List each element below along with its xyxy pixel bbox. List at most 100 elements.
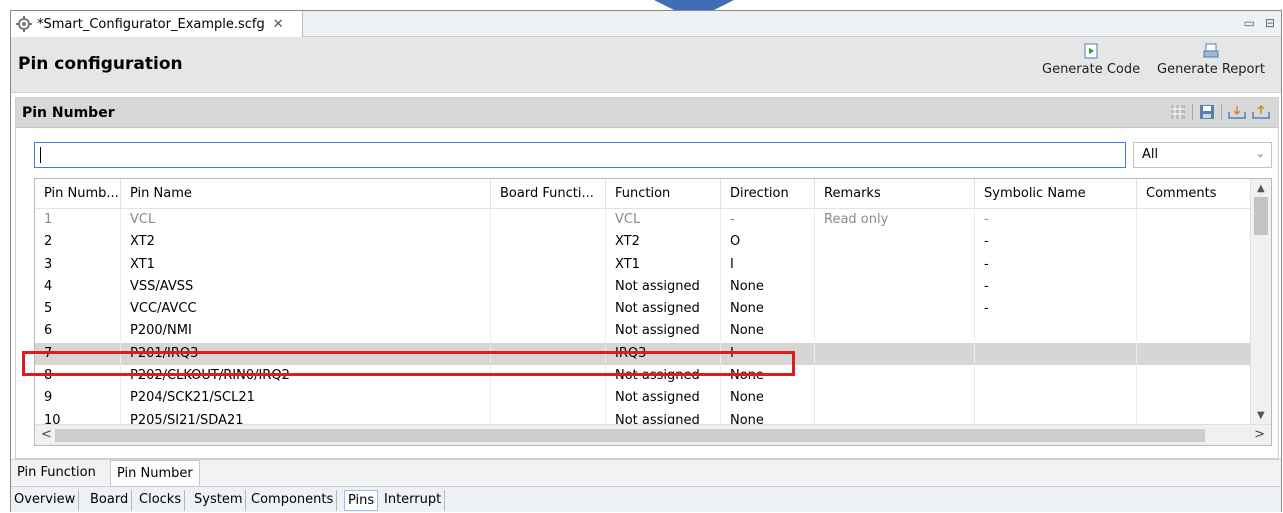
cell-direction[interactable]: None [721, 298, 815, 321]
tab-clocks[interactable]: Clocks [136, 490, 186, 511]
table-row[interactable]: 7 P201/IRQ3 IRQ3 I [35, 342, 1251, 366]
cell-function[interactable]: Not assigned [606, 298, 721, 321]
cell-symbolic-name[interactable] [975, 342, 1137, 366]
col-function-header[interactable]: Function [606, 179, 721, 209]
col-comments-header[interactable]: Comments [1137, 179, 1251, 209]
cell-remarks[interactable] [815, 365, 975, 388]
cell-function[interactable]: Not assigned [606, 320, 721, 343]
cell-comments[interactable] [1137, 275, 1251, 299]
cell-pin-number[interactable]: 5 [35, 298, 121, 321]
cell-comments[interactable] [1137, 342, 1251, 366]
horizontal-scrollbar[interactable]: < > [35, 424, 1271, 445]
cell-board-function[interactable] [491, 253, 606, 276]
col-board-function-header[interactable]: Board Functi... [491, 179, 606, 209]
table-row[interactable]: 9 P204/SCK21/SCL21 Not assigned None [35, 387, 1251, 410]
cell-pin-number[interactable]: 3 [35, 253, 121, 276]
col-pin-name-header[interactable]: Pin Name [121, 179, 491, 209]
vertical-scroll-thumb[interactable] [1254, 197, 1268, 235]
table-row[interactable]: 8 P202/CLKOUT/RIN0/IRQ2 Not assigned None [35, 365, 1251, 388]
cell-symbolic-name[interactable]: - [975, 209, 1137, 232]
cell-pin-name[interactable]: VSS/AVSS [121, 275, 491, 299]
cell-direction[interactable]: None [721, 387, 815, 410]
table-row[interactable]: 3 XT1 XT1 I - [35, 253, 1251, 276]
cell-pin-number[interactable]: 7 [35, 342, 121, 366]
cell-remarks[interactable] [815, 387, 975, 410]
col-remarks-header[interactable]: Remarks [815, 179, 975, 209]
cell-board-function[interactable] [491, 320, 606, 343]
scroll-left-icon[interactable]: < [41, 427, 52, 442]
col-symbolic-name-header[interactable]: Symbolic Name [975, 179, 1137, 209]
cell-board-function[interactable] [491, 209, 606, 232]
cell-pin-number[interactable]: 6 [35, 320, 121, 343]
cell-remarks[interactable] [815, 298, 975, 321]
generate-report-button[interactable]: Generate Report [1157, 43, 1265, 77]
search-input[interactable] [34, 142, 1126, 168]
tab-pin-number[interactable]: Pin Number [110, 460, 200, 486]
cell-remarks[interactable] [815, 231, 975, 254]
cell-symbolic-name[interactable] [975, 365, 1137, 388]
tab-pins[interactable]: Pins [344, 490, 379, 511]
cell-remarks[interactable] [815, 320, 975, 343]
generate-code-button[interactable]: Generate Code [1042, 43, 1140, 77]
cell-direction[interactable]: I [721, 342, 815, 366]
cell-pin-name[interactable]: P202/CLKOUT/RIN0/IRQ2 [121, 365, 491, 388]
export-icon[interactable] [1252, 104, 1270, 120]
cell-pin-number[interactable]: 4 [35, 275, 121, 299]
tab-board[interactable]: Board [87, 490, 133, 511]
tab-system[interactable]: System [191, 490, 247, 511]
cell-board-function[interactable] [491, 365, 606, 388]
cell-comments[interactable] [1137, 209, 1251, 232]
cell-function[interactable]: Not assigned [606, 275, 721, 299]
cell-board-function[interactable] [491, 342, 606, 366]
cell-remarks[interactable] [815, 253, 975, 276]
horizontal-scroll-thumb[interactable] [55, 429, 1205, 442]
tab-interrupt[interactable]: Interrupt [381, 490, 446, 511]
editor-tab[interactable]: *Smart_Configurator_Example.scfg ✕ [11, 11, 303, 37]
cell-pin-name[interactable]: XT1 [121, 253, 491, 276]
cell-symbolic-name[interactable] [975, 387, 1137, 410]
save-icon[interactable] [1199, 104, 1215, 120]
cell-board-function[interactable] [491, 231, 606, 254]
cell-function[interactable]: Not assigned [606, 365, 721, 388]
cell-pin-name[interactable]: P204/SCK21/SCL21 [121, 387, 491, 410]
tab-pin-function[interactable]: Pin Function [11, 460, 102, 485]
cell-pin-name[interactable]: VCL [121, 209, 491, 232]
table-row[interactable]: 2 XT2 XT2 O - [35, 231, 1251, 254]
grid-icon[interactable] [1170, 104, 1186, 120]
tab-components[interactable]: Components [248, 490, 338, 511]
tab-overview[interactable]: Overview [11, 490, 80, 511]
cell-comments[interactable] [1137, 365, 1251, 388]
cell-comments[interactable] [1137, 320, 1251, 343]
cell-symbolic-name[interactable] [975, 320, 1137, 343]
cell-direction[interactable]: None [721, 275, 815, 299]
cell-comments[interactable] [1137, 298, 1251, 321]
scroll-right-icon[interactable]: > [1254, 427, 1265, 442]
table-row[interactable]: 4 VSS/AVSS Not assigned None - [35, 275, 1251, 299]
cell-comments[interactable] [1137, 231, 1251, 254]
cell-direction[interactable]: I [721, 253, 815, 276]
cell-pin-name[interactable]: P200/NMI [121, 320, 491, 343]
maximize-icon[interactable]: ⊟ [1265, 16, 1275, 30]
cell-comments[interactable] [1137, 253, 1251, 276]
scroll-down-icon[interactable]: ▼ [1257, 410, 1265, 421]
cell-direction[interactable]: None [721, 320, 815, 343]
filter-select[interactable]: All ⌄ [1133, 142, 1272, 168]
cell-remarks[interactable] [815, 342, 975, 366]
minimize-icon[interactable]: ▭ [1244, 16, 1255, 30]
table-row[interactable]: 5 VCC/AVCC Not assigned None - [35, 298, 1251, 321]
table-row[interactable]: 6 P200/NMI Not assigned None [35, 320, 1251, 343]
cell-function[interactable]: VCL [606, 209, 721, 232]
cell-pin-name[interactable]: VCC/AVCC [121, 298, 491, 321]
cell-board-function[interactable] [491, 298, 606, 321]
cell-pin-name[interactable]: P201/IRQ3 [121, 342, 491, 366]
cell-pin-name[interactable]: XT2 [121, 231, 491, 254]
cell-function[interactable]: Not assigned [606, 387, 721, 410]
scroll-up-icon[interactable]: ▲ [1257, 183, 1265, 194]
cell-pin-number[interactable]: 8 [35, 365, 121, 388]
import-icon[interactable] [1228, 104, 1246, 120]
cell-function[interactable]: XT2 [606, 231, 721, 254]
cell-direction[interactable]: - [721, 209, 815, 232]
cell-function[interactable]: XT1 [606, 253, 721, 276]
cell-board-function[interactable] [491, 275, 606, 299]
cell-remarks[interactable] [815, 275, 975, 299]
